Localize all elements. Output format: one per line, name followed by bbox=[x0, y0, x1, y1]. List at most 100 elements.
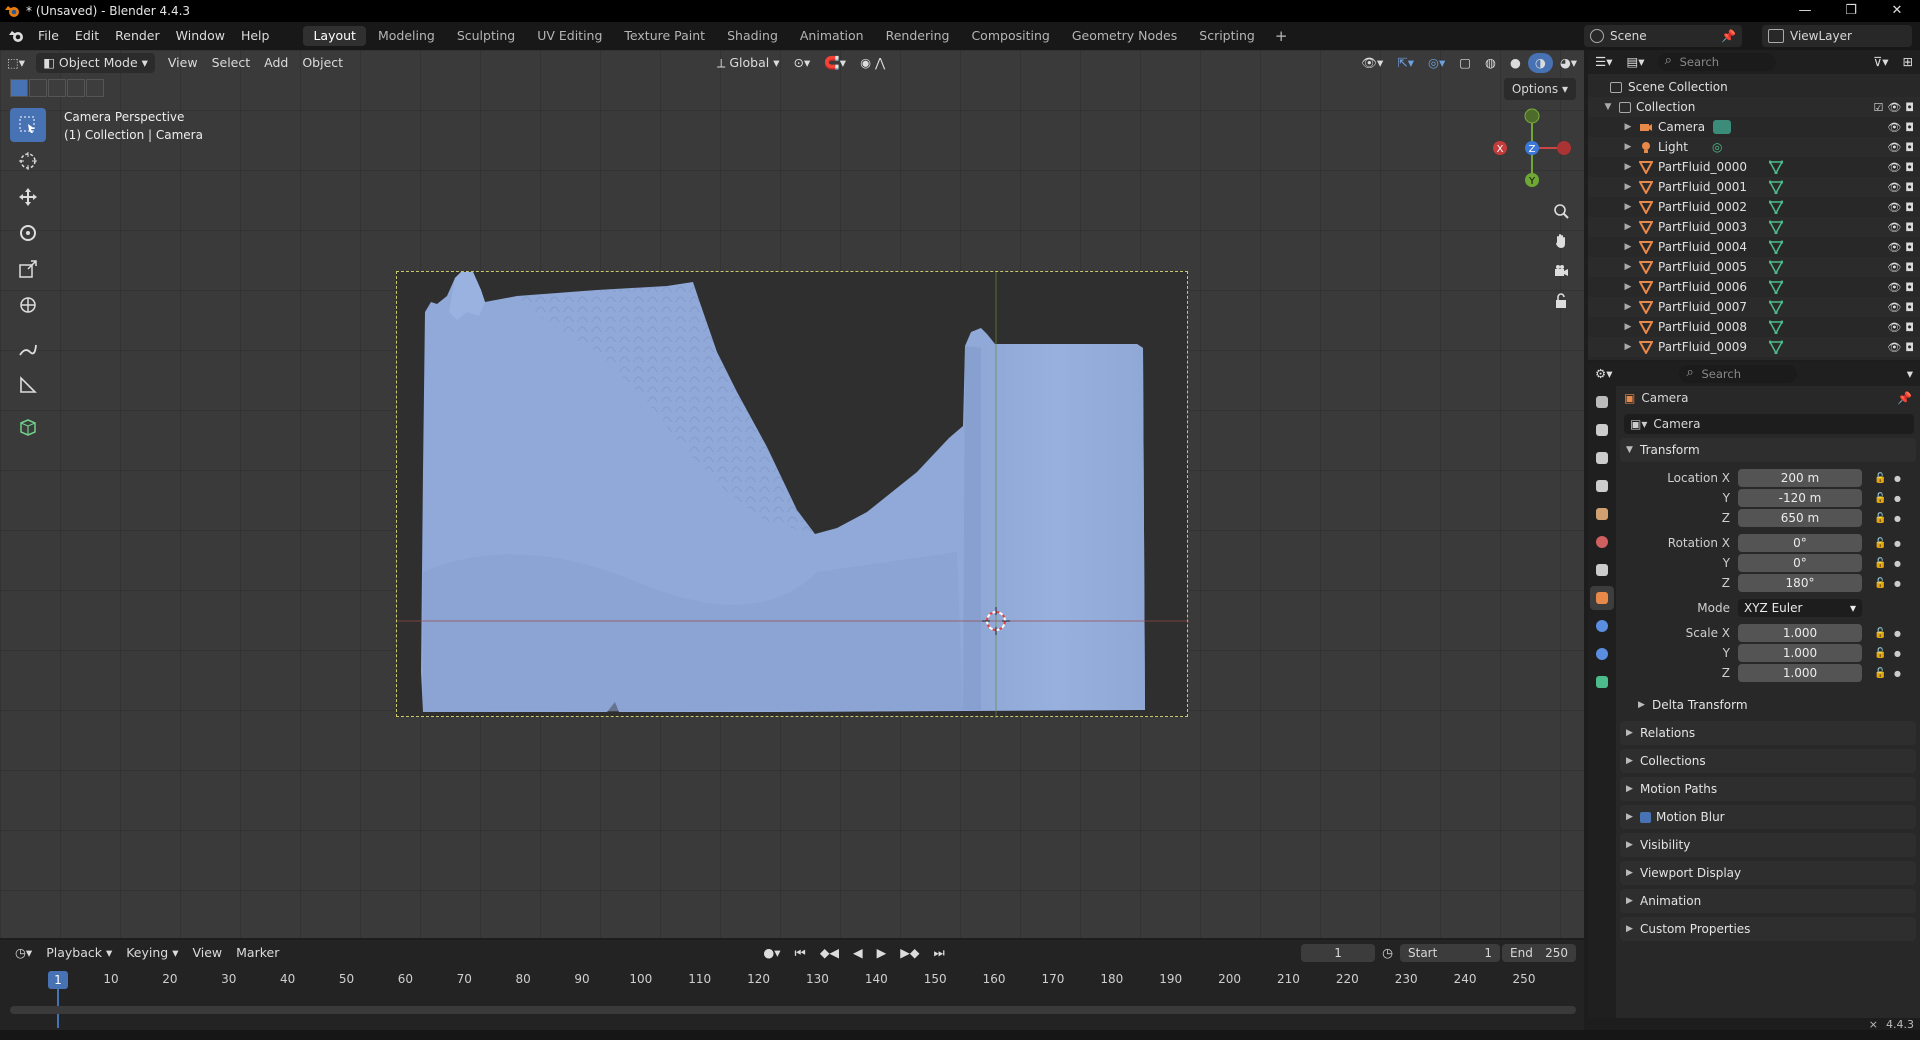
panel-header[interactable]: ▶ Visibility bbox=[1620, 833, 1916, 857]
transform-tool[interactable] bbox=[10, 288, 46, 322]
expand-icon[interactable]: ▶ bbox=[1622, 282, 1634, 292]
keyframe-dot-icon[interactable]: ● bbox=[1894, 629, 1901, 638]
keyframe-dot-icon[interactable]: ● bbox=[1894, 514, 1901, 523]
restore-button[interactable]: ❐ bbox=[1828, 0, 1874, 22]
viewport-menu-object[interactable]: Object bbox=[295, 53, 350, 73]
pin-icon[interactable]: 📌 bbox=[1897, 391, 1912, 405]
render-camera-icon[interactable]: ◘ bbox=[1905, 101, 1914, 114]
outliner-item[interactable]: ▶ Light ◎ 👁 ◘ bbox=[1588, 137, 1920, 157]
visibility-eye-icon[interactable]: 👁 bbox=[1887, 201, 1901, 214]
navigation-gizmo[interactable]: X Y Z bbox=[1492, 108, 1572, 188]
prev-keyframe-icon[interactable]: ◆◀ bbox=[813, 943, 846, 963]
expand-icon[interactable]: ▶ bbox=[1622, 182, 1634, 192]
tab-modeling[interactable]: Modeling bbox=[368, 26, 445, 46]
lock-icon[interactable]: 🔓 bbox=[1874, 538, 1886, 549]
lock-icon[interactable]: 🔓 bbox=[1874, 628, 1886, 639]
expand-icon[interactable]: ▶ bbox=[1622, 302, 1634, 312]
filter-icon[interactable]: ⊽▾ bbox=[1866, 52, 1895, 72]
play-reverse-icon[interactable]: ◀ bbox=[846, 943, 870, 963]
editor-type-icon[interactable]: ⬚▾ bbox=[0, 53, 32, 73]
constraint-tab-icon[interactable] bbox=[1590, 642, 1614, 666]
lock-icon[interactable]: 🔓 bbox=[1874, 578, 1886, 589]
modifier-tab-icon[interactable] bbox=[1590, 614, 1614, 638]
jump-end-icon[interactable]: ⏭ bbox=[927, 943, 952, 963]
select-subtract-icon[interactable] bbox=[48, 79, 66, 97]
view-layer-tab-icon[interactable] bbox=[1590, 474, 1614, 498]
visibility-eye-icon[interactable]: 👁 bbox=[1887, 121, 1901, 134]
lock-camera-icon[interactable] bbox=[1548, 288, 1574, 314]
tab-animation[interactable]: Animation bbox=[790, 26, 874, 46]
cursor-tool[interactable] bbox=[10, 144, 46, 178]
mode-dropdown[interactable]: ◧ Object Mode ▾ bbox=[36, 53, 155, 73]
properties-search-input[interactable]: Search bbox=[1679, 364, 1798, 383]
mesh-data-icon[interactable] bbox=[1769, 220, 1784, 234]
scale-y-field[interactable]: 1.000 bbox=[1738, 644, 1862, 662]
marker-menu[interactable]: Marker bbox=[229, 943, 286, 963]
expand-icon[interactable]: ▶ bbox=[1622, 322, 1634, 332]
add-cube-tool[interactable] bbox=[10, 410, 46, 444]
tab-shading[interactable]: Shading bbox=[717, 26, 788, 46]
menu-help[interactable]: Help bbox=[233, 22, 278, 50]
visibility-eye-icon[interactable]: 👁 bbox=[1887, 301, 1901, 314]
playhead[interactable]: 1 bbox=[48, 971, 68, 989]
playback-menu[interactable]: Playback ▾ bbox=[39, 943, 119, 963]
3d-viewport[interactable]: ⬚▾ ◧ Object Mode ▾ View Select Add Objec… bbox=[0, 50, 1584, 938]
keyframe-dot-icon[interactable]: ● bbox=[1894, 474, 1901, 483]
light-data-icon[interactable]: ◎ bbox=[1712, 140, 1722, 154]
panel-header[interactable]: ▶ Collections bbox=[1620, 749, 1916, 773]
outliner-item[interactable]: ▶ PartFluid_0001 👁 ◘ bbox=[1588, 177, 1920, 197]
timeline-ruler[interactable]: 10 20 30 40 50 60 70 80 90 100 110 120 130 140 150 160 1… bbox=[0, 972, 1584, 992]
expand-icon[interactable]: ▶ bbox=[1622, 342, 1634, 352]
rotation-x-field[interactable]: 0° bbox=[1738, 534, 1862, 552]
visibility-icon[interactable]: 👁▾ bbox=[1354, 53, 1390, 73]
mesh-data-icon[interactable] bbox=[1769, 280, 1784, 294]
new-collection-icon[interactable]: ⊞ bbox=[1896, 52, 1920, 72]
select-new-icon[interactable] bbox=[10, 79, 28, 97]
start-frame-field[interactable]: Start 1 bbox=[1400, 944, 1500, 962]
viewport-menu-select[interactable]: Select bbox=[205, 53, 258, 73]
pin-icon[interactable]: 📌 bbox=[1721, 29, 1736, 43]
mesh-data-icon[interactable] bbox=[1769, 320, 1784, 334]
play-icon[interactable]: ▶ bbox=[870, 943, 894, 963]
expand-icon[interactable]: ▶ bbox=[1622, 142, 1634, 152]
transform-panel-header[interactable]: ▼ Transform bbox=[1620, 438, 1916, 462]
render-camera-icon[interactable]: ◘ bbox=[1905, 261, 1914, 274]
expand-icon[interactable]: ▶ bbox=[1622, 122, 1634, 132]
overlay-toggle-icon[interactable]: ◎▾ bbox=[1421, 53, 1452, 73]
menu-render[interactable]: Render bbox=[107, 22, 168, 50]
add-workspace-icon[interactable]: + bbox=[1267, 27, 1296, 45]
keyframe-dot-icon[interactable]: ● bbox=[1894, 649, 1901, 658]
mesh-data-icon[interactable] bbox=[1769, 340, 1784, 354]
outliner-item[interactable]: ▶ PartFluid_0005 👁 ◘ bbox=[1588, 257, 1920, 277]
lock-icon[interactable]: 🔓 bbox=[1874, 473, 1886, 484]
snap-icon[interactable]: 🧲▾ bbox=[817, 53, 853, 73]
timeline-editor-type-icon[interactable]: ◷▾ bbox=[8, 943, 39, 963]
select-box-tool[interactable] bbox=[10, 108, 46, 142]
output-tab-icon[interactable] bbox=[1590, 446, 1614, 470]
rotation-y-field[interactable]: 0° bbox=[1738, 554, 1862, 572]
collection-expand-icon[interactable]: ▼ bbox=[1602, 102, 1614, 112]
end-frame-field[interactable]: End 250 bbox=[1502, 944, 1576, 962]
blender-menu-icon[interactable] bbox=[8, 29, 26, 43]
viewport-menu-add[interactable]: Add bbox=[257, 53, 295, 73]
gizmo-toggle-icon[interactable]: ⇱▾ bbox=[1390, 53, 1421, 73]
render-tab-icon[interactable] bbox=[1590, 418, 1614, 442]
render-camera-icon[interactable]: ◘ bbox=[1905, 241, 1914, 254]
outliner-item[interactable]: ▶ Camera 👁 ◘ bbox=[1588, 117, 1920, 137]
scale-z-field[interactable]: 1.000 bbox=[1738, 664, 1862, 682]
scale-x-field[interactable]: 1.000 bbox=[1738, 624, 1862, 642]
keyframe-dot-icon[interactable]: ● bbox=[1894, 539, 1901, 548]
properties-options-icon[interactable]: ▾ bbox=[1900, 364, 1920, 384]
render-camera-icon[interactable]: ◘ bbox=[1905, 281, 1914, 294]
render-camera-icon[interactable]: ◘ bbox=[1905, 181, 1914, 194]
outliner-search-input[interactable]: Search bbox=[1657, 52, 1776, 71]
world-tab-icon[interactable] bbox=[1590, 530, 1614, 554]
select-invert-icon[interactable] bbox=[67, 79, 85, 97]
expand-icon[interactable]: ▶ bbox=[1622, 162, 1634, 172]
mesh-data-icon[interactable] bbox=[1769, 260, 1784, 274]
annotate-tool[interactable] bbox=[10, 332, 46, 366]
keyframe-dot-icon[interactable]: ● bbox=[1894, 559, 1901, 568]
keyframe-dot-icon[interactable]: ● bbox=[1894, 669, 1901, 678]
location-z-field[interactable]: 650 m bbox=[1738, 509, 1862, 527]
motion-blur-checkbox[interactable] bbox=[1640, 811, 1651, 823]
